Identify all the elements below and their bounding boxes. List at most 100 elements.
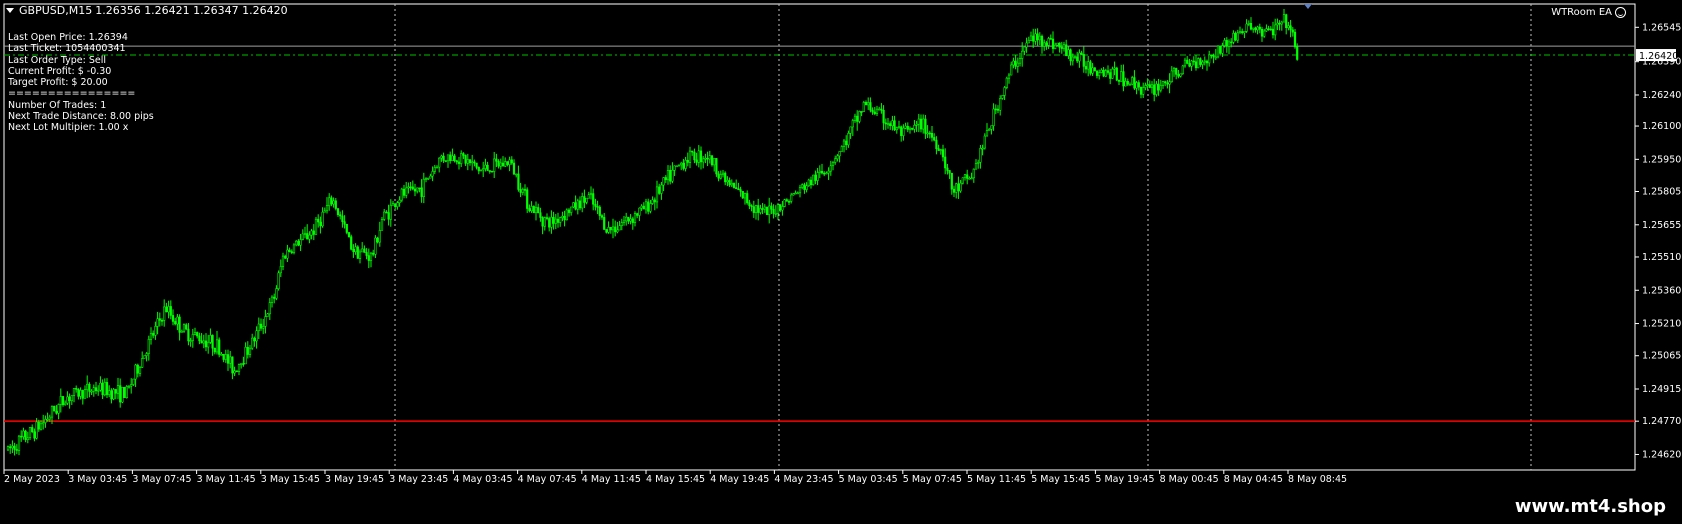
candle-body (297, 240, 300, 246)
candle-body (1291, 29, 1294, 33)
candle-body (433, 167, 436, 172)
candle-body (633, 213, 637, 223)
candle-body (1049, 38, 1052, 40)
candle-body (644, 201, 648, 210)
candle-body (726, 180, 729, 183)
candle-body (1122, 71, 1125, 87)
candle-body (48, 416, 51, 420)
candle-body (785, 199, 788, 202)
candle-body (702, 158, 705, 163)
candle-body (1289, 25, 1292, 31)
candle-body (11, 445, 14, 449)
ea-info-line: ================ (8, 88, 136, 100)
candle-body (1135, 82, 1138, 89)
candle-body (849, 126, 852, 134)
candle-body (1223, 40, 1226, 46)
candle-body (169, 306, 172, 316)
candle-body (673, 165, 676, 171)
candle-body (680, 162, 683, 166)
candle-body (352, 248, 355, 252)
candle-body (840, 146, 843, 152)
candle-body (884, 122, 887, 125)
candle-body (880, 108, 883, 111)
candle-body (330, 197, 333, 205)
candle-body (259, 323, 263, 329)
candle-body (167, 306, 170, 313)
candle-body (233, 370, 236, 374)
candle-body (622, 220, 626, 223)
candle-body (1210, 54, 1213, 57)
candle-body (882, 110, 885, 124)
candle-body (730, 183, 733, 186)
candle-body (394, 203, 397, 207)
candle-body (367, 255, 370, 261)
candle-body (1177, 74, 1180, 77)
candle-body (244, 347, 247, 365)
candle-body (1040, 35, 1044, 47)
candle-body (88, 383, 91, 392)
candle-body (955, 183, 958, 193)
candle-body (28, 427, 32, 439)
candle-body (1045, 42, 1048, 46)
ea-badge[interactable]: WTRoom EA (1551, 7, 1626, 18)
candle-body (455, 160, 458, 163)
candle-body (1183, 59, 1187, 67)
candle-body (572, 202, 575, 208)
candle-body (1146, 84, 1149, 86)
candle-body (651, 199, 654, 204)
candle-body (319, 221, 322, 227)
candle-body (754, 205, 758, 213)
candle-body (343, 221, 346, 225)
candle-body (937, 148, 940, 151)
candle-body (255, 330, 258, 342)
candle-body (741, 191, 744, 199)
candle-body (6, 446, 10, 451)
candle-body (917, 118, 920, 125)
candle-body (963, 174, 967, 179)
candle-body (1203, 60, 1206, 63)
candle-body (1274, 24, 1277, 36)
candle-body (123, 387, 126, 398)
candle-body (444, 160, 447, 162)
candle-body (396, 202, 399, 207)
candle-body (356, 246, 359, 259)
candle-body (1271, 28, 1275, 36)
candle-body (482, 168, 485, 171)
candle-body (1131, 77, 1134, 85)
candle-body (277, 272, 280, 289)
candle-body (1249, 23, 1253, 30)
candle-body (400, 188, 403, 201)
candle-body (603, 217, 606, 230)
candle-body (20, 435, 23, 438)
candle-body (1060, 47, 1063, 49)
candle-body (468, 159, 472, 164)
ea-info-line: Number Of Trades: 1 (8, 99, 107, 111)
candle-body (675, 165, 678, 168)
candle-body (145, 353, 148, 356)
candle-body (552, 217, 555, 224)
candle-body (1082, 54, 1085, 67)
candle-body (77, 388, 80, 397)
candle-body (974, 163, 978, 170)
candle-body (398, 199, 401, 204)
candle-body (506, 161, 509, 165)
candle-body (226, 354, 230, 364)
ea-info-line: Current Profit: $ -0.30 (8, 65, 112, 77)
candle-body (812, 174, 815, 186)
candle-body (1258, 26, 1261, 30)
candle-body (220, 354, 223, 356)
candle-body (15, 449, 18, 451)
candle-body (317, 218, 320, 223)
candle-body (332, 200, 335, 205)
candle-body (981, 147, 984, 150)
candle-body (493, 158, 496, 172)
candle-body (147, 339, 150, 354)
candle-body (1161, 81, 1165, 86)
candle-body (1287, 25, 1290, 29)
candle-body (39, 423, 43, 430)
price-chart[interactable]: 1.265451.263901.262401.261001.259501.258… (0, 0, 1682, 490)
candle-body (50, 405, 54, 418)
candle-body (1109, 72, 1112, 79)
candle-body (68, 396, 71, 402)
candle-body (207, 342, 210, 348)
